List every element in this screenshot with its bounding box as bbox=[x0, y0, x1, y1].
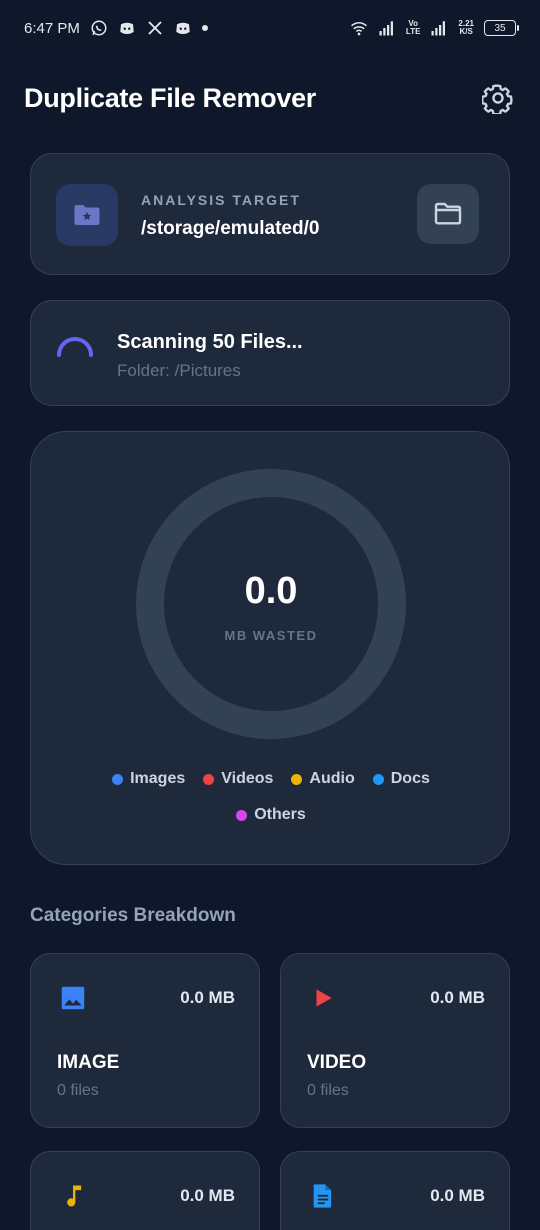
wasted-space-unit: MB WASTED bbox=[224, 628, 318, 643]
wasted-space-value: 0.0 bbox=[244, 570, 298, 612]
category-count: 0 files bbox=[307, 1082, 349, 1099]
document-icon bbox=[307, 1180, 339, 1212]
image-icon bbox=[57, 982, 89, 1014]
category-name: IMAGE bbox=[57, 1052, 120, 1073]
page-title: Duplicate File Remover bbox=[24, 82, 316, 113]
wasted-space-card: 0.0 MB WASTED Images Videos Audio Docs O… bbox=[30, 431, 510, 865]
scan-folder: Folder: /Pictures bbox=[117, 361, 241, 380]
category-count: 0 files bbox=[57, 1082, 99, 1099]
scan-status-card: Scanning 50 Files... Folder: /Pictures bbox=[30, 300, 510, 406]
signal-icon bbox=[379, 21, 393, 36]
whatsapp-icon bbox=[91, 20, 107, 36]
category-size: 0.0 MB bbox=[180, 1186, 235, 1205]
category-size: 0.0 MB bbox=[430, 988, 485, 1007]
signal-icon bbox=[431, 21, 446, 36]
status-bar: 6:47 PM Vo LTE 2.21 K/S 35 bbox=[0, 0, 540, 56]
category-card-image[interactable]: 0.0 MB IMAGE 0 files bbox=[30, 953, 260, 1128]
choose-folder-button[interactable] bbox=[417, 184, 479, 244]
legend-item-images: Images bbox=[112, 770, 185, 788]
battery-icon: 35 bbox=[484, 20, 519, 36]
x-icon bbox=[148, 21, 162, 35]
analysis-target-path: /storage/emulated/0 bbox=[141, 218, 320, 239]
categories-title: Categories Breakdown bbox=[30, 905, 236, 926]
volte-indicator: Vo LTE bbox=[405, 19, 421, 36]
category-name: VIDEO bbox=[307, 1052, 367, 1073]
legend-item-videos: Videos bbox=[203, 770, 273, 788]
folder-star-icon bbox=[56, 184, 118, 246]
loading-spinner-icon bbox=[57, 337, 93, 357]
discord-icon bbox=[176, 22, 190, 34]
app-header: Duplicate File Remover bbox=[24, 72, 516, 124]
category-card-docs[interactable]: 0.0 MB bbox=[280, 1151, 510, 1230]
category-card-video[interactable]: 0.0 MB VIDEO 0 files bbox=[280, 953, 510, 1128]
category-card-audio[interactable]: 0.0 MB bbox=[30, 1151, 260, 1230]
analysis-target-card: ANALYSIS TARGET /storage/emulated/0 bbox=[30, 153, 510, 275]
discord-icon bbox=[120, 22, 134, 34]
folder-icon bbox=[434, 202, 462, 225]
settings-button[interactable] bbox=[480, 80, 516, 116]
gear-icon bbox=[482, 84, 513, 114]
notification-dot bbox=[201, 25, 208, 31]
play-icon bbox=[307, 982, 339, 1014]
scan-title: Scanning 50 Files... bbox=[117, 331, 303, 353]
legend-item-others: Others bbox=[236, 806, 306, 824]
legend-item-docs: Docs bbox=[372, 770, 430, 788]
wifi-icon bbox=[350, 22, 367, 36]
music-note-icon bbox=[57, 1180, 89, 1212]
category-size: 0.0 MB bbox=[430, 1186, 485, 1205]
net-speed: 2.21 K/S bbox=[458, 19, 474, 36]
category-size: 0.0 MB bbox=[180, 988, 235, 1007]
legend-item-audio: Audio bbox=[291, 770, 355, 788]
donut-legend: Images Videos Audio Docs Others bbox=[31, 770, 511, 842]
analysis-target-label: ANALYSIS TARGET bbox=[141, 192, 301, 208]
wasted-space-donut: 0.0 MB WASTED bbox=[135, 468, 407, 740]
status-time: 6:47 PM bbox=[24, 19, 80, 37]
